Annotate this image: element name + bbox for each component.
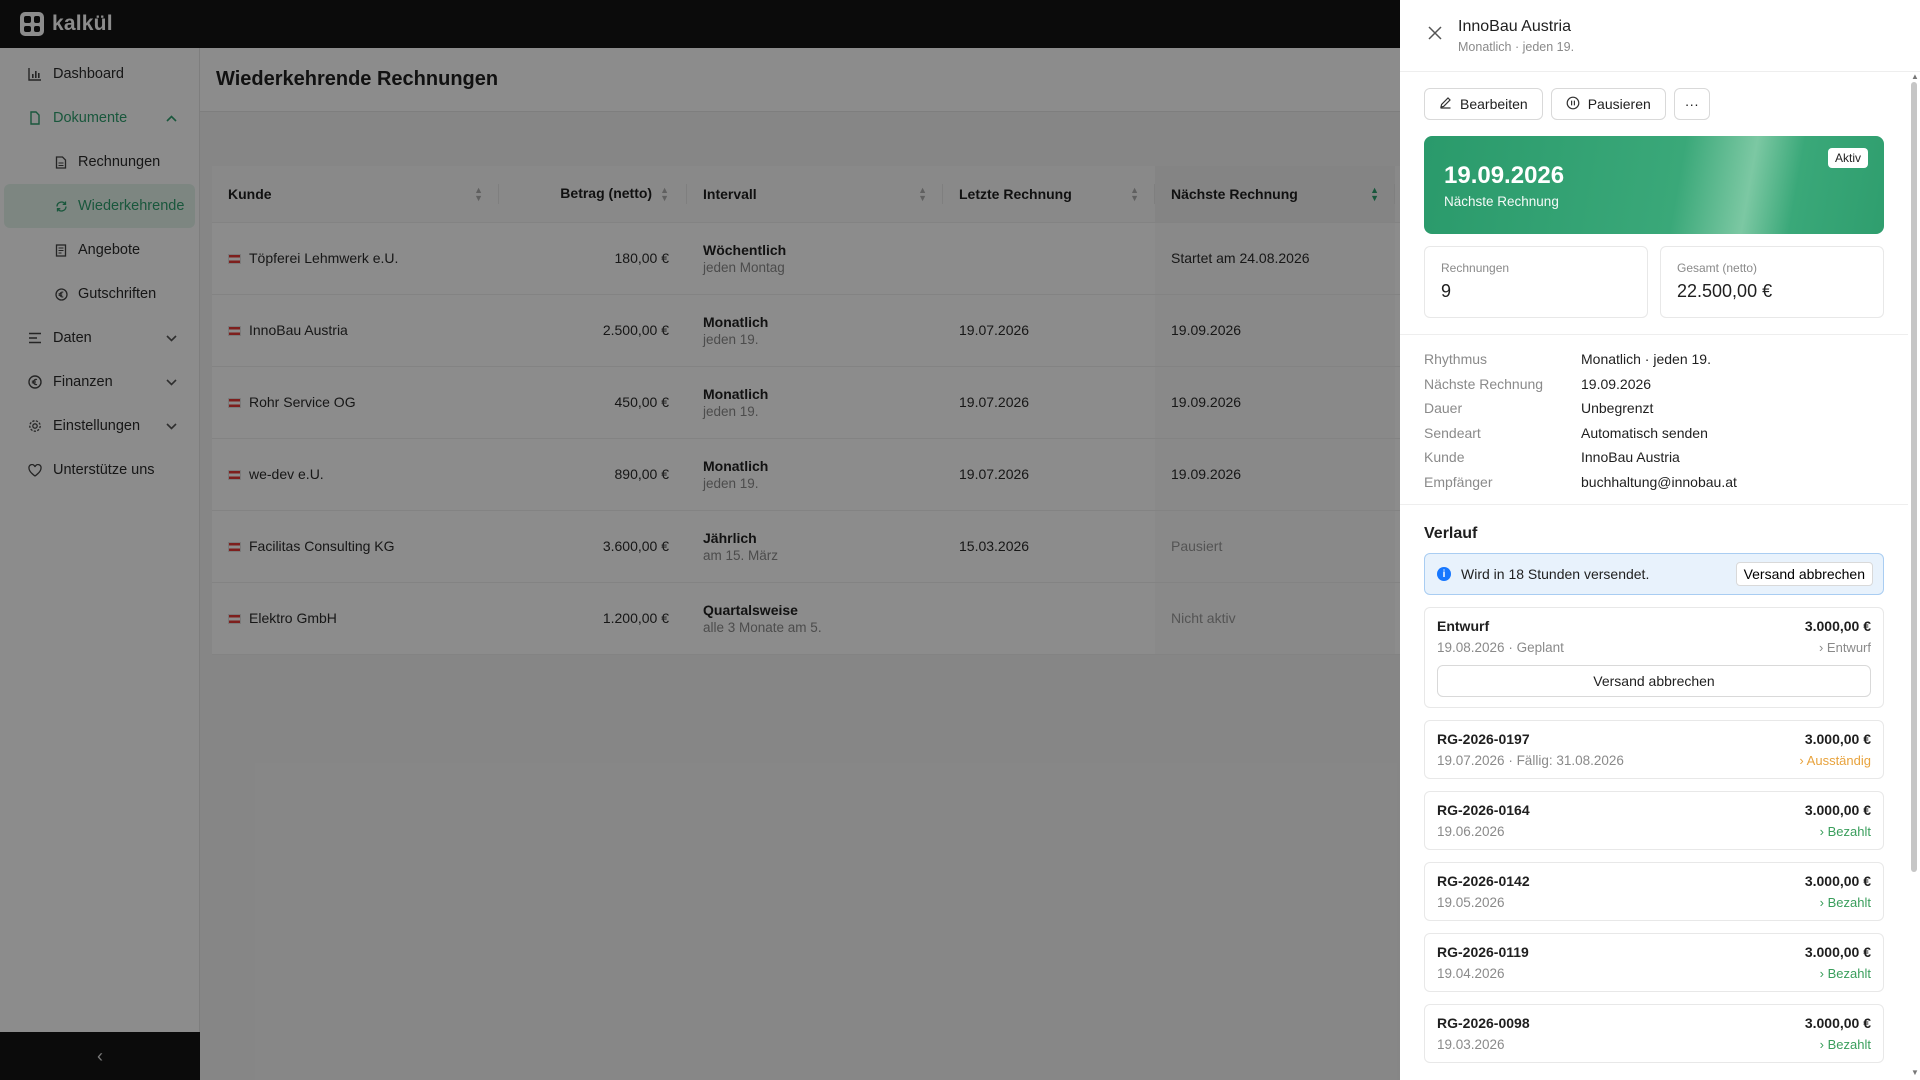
cancel-send-button[interactable]: Versand abbrechen	[1437, 665, 1871, 697]
history-entry[interactable]: RG-2026-0197 3.000,00 € 19.07.2026 · Fäll…	[1424, 720, 1884, 779]
detail-row: Dauer Unbegrenzt	[1424, 400, 1654, 417]
cancel-send-button[interactable]: Versand abbrechen	[1735, 562, 1873, 586]
pause-circle-icon	[1566, 96, 1580, 113]
entry-status: Entwurf	[1826, 640, 1871, 655]
entry-status: Bezahlt	[1827, 895, 1871, 910]
entry-amount: 3.000,00 €	[1804, 873, 1871, 889]
details-list: Rhythmus Monatlich · jeden 19. Nächste Re…	[1400, 335, 1908, 504]
drawer-subtitle: Monatlich · jeden 19.	[1458, 40, 1575, 54]
entry-meta: 19.05.2026	[1437, 895, 1505, 910]
history-entry[interactable]: RG-2026-0164 3.000,00 € 19.06.2026 › Bezah…	[1424, 791, 1884, 850]
detail-row: Kunde InnoBau Austria	[1424, 449, 1680, 466]
entry-title: Entwurf	[1437, 618, 1490, 634]
stats-row: Rechnungen 9 Gesamt (netto) 22.500,00 €	[1424, 246, 1884, 318]
entry-status: Bezahlt	[1827, 1037, 1871, 1052]
entry-amount: 3.000,00 €	[1804, 802, 1871, 818]
entry-title: RG-2026-0098	[1437, 1015, 1530, 1031]
more-button[interactable]: ···	[1673, 88, 1710, 120]
detail-row: Empfänger buchhaltung@innobau.at	[1424, 473, 1737, 490]
next-invoice-card: 19.09.2026 Nächste Rechnung Aktiv	[1424, 136, 1884, 234]
drawer-body: Bearbeiten Pausieren ··· 19.09.2026 Näch…	[1400, 72, 1908, 1080]
chevron-right-icon: ›	[1818, 640, 1824, 655]
entry-meta: 19.04.2026	[1437, 966, 1505, 981]
chevron-right-icon: ›	[1799, 753, 1804, 768]
entry-title: RG-2026-0164	[1437, 802, 1530, 818]
entry-meta: 19.08.2026 · Geplant	[1437, 640, 1564, 655]
entry-amount: 3.000,00 €	[1804, 731, 1871, 747]
stat-rechnungen: Rechnungen 9	[1424, 246, 1648, 318]
chevron-right-icon: ›	[1819, 824, 1824, 839]
detail-row: Sendeart Automatisch senden	[1424, 424, 1708, 441]
pause-button[interactable]: Pausieren	[1550, 88, 1666, 120]
drawer-title: InnoBau Austria	[1458, 18, 1571, 35]
drawer-header: InnoBau Austria Monatlich · jeden 19.	[1400, 0, 1920, 72]
detail-drawer: InnoBau Austria Monatlich · jeden 19. Be…	[1400, 0, 1920, 1080]
entry-status: Bezahlt	[1827, 966, 1871, 981]
entry-title: RG-2026-0197	[1437, 731, 1530, 747]
entry-meta: 19.07.2026 · Fällig: 31.08.2026	[1437, 753, 1624, 768]
entry-amount: 3.000,00 €	[1804, 618, 1871, 634]
modal-overlay[interactable]	[0, 0, 1400, 1080]
pencil-icon	[1439, 96, 1452, 112]
entry-status: Ausständig	[1806, 753, 1871, 768]
detail-row: Nächste Rechnung 19.09.2026	[1424, 375, 1652, 392]
entry-status: Bezahlt	[1827, 824, 1871, 839]
entry-title: RG-2026-0142	[1437, 873, 1530, 889]
scroll-up-icon[interactable]: ▲	[1911, 72, 1919, 81]
send-info-alert: i Wird in 18 Stunden versendet. Versand …	[1424, 553, 1884, 595]
stat-gesamt: Gesamt (netto) 22.500,00 €	[1660, 246, 1884, 318]
history-title: Verlauf	[1424, 525, 1478, 542]
status-badge: Aktiv	[1827, 148, 1868, 168]
drawer-actions: Bearbeiten Pausieren ···	[1400, 72, 1908, 120]
entry-title: RG-2026-0119	[1437, 944, 1529, 960]
history-entry[interactable]: Entwurf 3.000,00 € 19.08.2026 · Geplant › …	[1424, 607, 1884, 708]
entry-amount: 3.000,00 €	[1804, 1015, 1871, 1031]
send-info-text: Wird in 18 Stunden versendet.	[1461, 566, 1650, 582]
next-invoice-date: 19.09.2026	[1444, 162, 1565, 189]
drawer-scrollbar[interactable]	[1911, 82, 1917, 872]
close-icon[interactable]	[1428, 24, 1442, 45]
chevron-right-icon: ›	[1819, 966, 1824, 981]
ellipsis-icon: ···	[1684, 96, 1699, 112]
entry-meta: 19.03.2026	[1437, 1037, 1505, 1052]
history-entry[interactable]: RG-2026-0142 3.000,00 € 19.05.2026 › Bezah…	[1424, 862, 1884, 921]
chevron-right-icon: ›	[1819, 895, 1824, 910]
scroll-down-icon[interactable]: ▼	[1911, 1068, 1919, 1077]
history-entry[interactable]: RG-2026-0119 3.000,00 € 19.04.2026 › Bezah…	[1424, 933, 1884, 992]
detail-row: Rhythmus Monatlich · jeden 19.	[1424, 351, 1711, 368]
chevron-right-icon: ›	[1819, 1037, 1824, 1052]
info-icon: i	[1437, 567, 1451, 581]
edit-button[interactable]: Bearbeiten	[1424, 88, 1543, 120]
next-invoice-label: Nächste Rechnung	[1444, 194, 1559, 209]
history-entry[interactable]: RG-2026-0098 3.000,00 € 19.03.2026 › Bezah…	[1424, 1004, 1884, 1063]
entry-meta: 19.06.2026	[1437, 824, 1505, 839]
entry-amount: 3.000,00 €	[1804, 944, 1871, 960]
